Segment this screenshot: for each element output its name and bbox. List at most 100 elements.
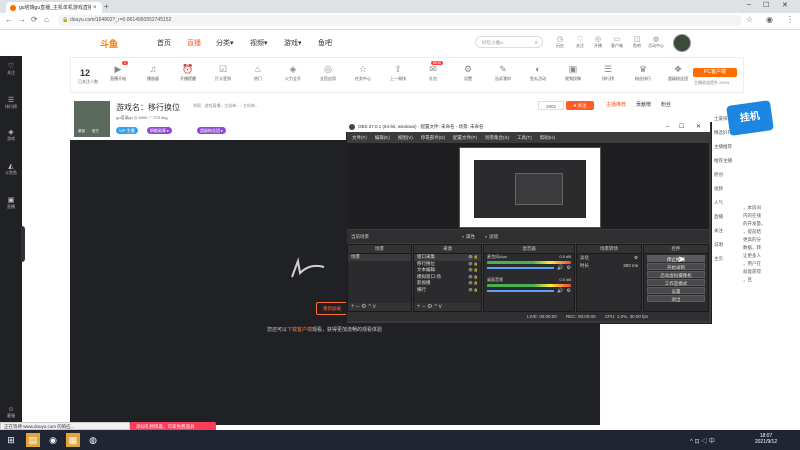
sidebar-collapse-handle[interactable] [21, 226, 25, 262]
streamer-avatar[interactable]: 原创 官方 [74, 101, 110, 137]
obs-menu-item[interactable]: 编辑(E) [375, 135, 390, 140]
back-icon[interactable]: ← [5, 15, 13, 24]
feature-item[interactable]: ◎ 全民应用 [314, 64, 342, 82]
obs-minimize-button[interactable]: – [666, 122, 669, 132]
window-minimize-button[interactable]: – [747, 1, 751, 8]
header-bar[interactable]: ◫ 鱼吧 [628, 35, 646, 49]
visibility-lock-icon[interactable]: 👁 🔒 [468, 287, 478, 294]
search-input[interactable]: 好吃小雅ω ⌕ [475, 36, 543, 48]
gear-icon[interactable]: ⚙ [634, 255, 638, 261]
scene-item[interactable]: 场景 [348, 254, 411, 261]
properties-button[interactable]: ◐ 属性 [462, 230, 475, 243]
address-bar[interactable]: 🔒 douyu.com/164802?_r=0.8614950552745152 [58, 15, 742, 26]
profile-icon[interactable]: ◉ [766, 15, 773, 24]
sidebar-item-follow[interactable]: ♡ 关注 [0, 62, 22, 76]
volume-slider[interactable] [487, 290, 555, 292]
reload-icon[interactable]: ⟳ [31, 15, 38, 24]
header-follow[interactable]: ♡ 关注 [571, 35, 589, 49]
duration-input[interactable]: 300 ms [623, 263, 638, 269]
forward-icon[interactable]: → [18, 15, 26, 24]
filters-button[interactable]: ◐ 滤镜 [485, 230, 498, 243]
reload-player-button[interactable]: 重新加载 [316, 302, 348, 315]
donate-badge[interactable]: 捐献勋章 ▸ [147, 127, 173, 134]
windows-start-icon[interactable]: ⊞ [4, 433, 18, 447]
obs-titlebar[interactable]: OBS 27.0.1 (64-bit, windows) - 配置文件: 未命名… [346, 122, 710, 132]
feature-item[interactable]: ◈ 火力全开 [279, 64, 307, 82]
nav-yuba[interactable]: 鱼吧 [318, 38, 332, 48]
browser-tab[interactable]: gu塔瑞gu直播_主机单机游戏直播 × [6, 2, 102, 13]
header-broadcast[interactable]: ◎ 开播 [589, 35, 607, 49]
window-maximize-button[interactable]: ☐ [763, 1, 769, 9]
header-client[interactable]: ▭ 客户端 [608, 35, 626, 49]
header-history[interactable]: ◷ 历史 [551, 35, 569, 49]
douyu-logo[interactable]: 斗鱼 [100, 37, 118, 50]
feature-item[interactable]: ♨ 热门 [244, 64, 272, 82]
control-button[interactable]: 停止推流 [647, 255, 705, 262]
folder-icon[interactable]: ▦ [66, 433, 80, 447]
control-button[interactable]: 工作室模式 [647, 279, 705, 286]
sources-dock-toolbar[interactable]: + – ⚙ ^ v [414, 303, 481, 311]
scenes-dock-toolbar[interactable]: + – ⚙ ^ v [348, 303, 411, 311]
feature-item[interactable]: ▶ 直播开始 2 [104, 61, 132, 82]
download-client-link[interactable]: 下载客户端 [287, 327, 312, 333]
control-button[interactable]: 退出 [647, 295, 705, 302]
feature-item[interactable]: ⏰ 开播提醒 [174, 64, 202, 82]
nav-video[interactable]: 视频▾ [250, 38, 268, 48]
obs-menu-item[interactable]: 停靠部件(D) [421, 135, 445, 140]
obs-menu-item[interactable]: 配置文件(P) [453, 135, 477, 140]
search-icon[interactable]: ⌕ [535, 37, 538, 49]
sidebar-item-rank[interactable]: ☰ 排行榜 [0, 96, 22, 110]
obs-menu-item[interactable]: 场景集合(S) [485, 135, 509, 140]
obs-taskbar-icon[interactable]: ◍ [86, 433, 100, 447]
obs-menu-item[interactable]: 帮助(H) [540, 135, 555, 140]
vip-badge[interactable]: VIP 主播 [116, 127, 138, 134]
feature-item[interactable]: ▣ 视频投稿 [559, 64, 587, 82]
follow-button[interactable]: ♥ 关注 [566, 101, 594, 110]
source-item[interactable]: 横行 👁 🔒 [414, 287, 481, 294]
tab-anchor-recommend[interactable]: 主播推荐 [606, 102, 626, 108]
feature-item[interactable]: ♛ 粉丝排行 [629, 64, 657, 82]
feature-item[interactable]: ☑ 打卡签到 [209, 64, 237, 82]
tab-close-icon[interactable]: × [93, 5, 97, 11]
feature-item[interactable]: ⇧ 上一周排 [384, 64, 412, 82]
obs-close-button[interactable]: ✕ [696, 122, 701, 132]
feature-item[interactable]: ☰ 排行榜 [594, 64, 622, 82]
tab-fans[interactable]: 粉丝 [661, 102, 671, 108]
gear-icon[interactable]: ⚙ [567, 288, 571, 294]
chrome-icon[interactable]: ◉ [46, 433, 60, 447]
header-activity[interactable]: ◍ 活动中心 [647, 35, 665, 49]
window-close-button[interactable]: ✕ [782, 1, 788, 9]
sponsor-badge[interactable]: 挂机 [726, 100, 774, 136]
nav-category[interactable]: 分类▾ [216, 38, 234, 48]
speaker-icon[interactable]: 🔊 [557, 288, 563, 294]
feature-item[interactable]: ⚙ 设置 [454, 64, 482, 82]
nav-game[interactable]: 游戏▾ [284, 38, 302, 48]
gear-icon[interactable]: ⚙ [567, 265, 571, 271]
obs-menu-item[interactable]: 工具(T) [517, 135, 532, 140]
feature-item[interactable]: ✉ 礼包 NEW [419, 61, 447, 82]
tab-contribution[interactable]: 贡献榜 [636, 102, 651, 108]
sidebar-item-live[interactable]: ▣ 直播 [0, 196, 22, 210]
transition-select[interactable]: 淡化 [580, 255, 589, 261]
control-button[interactable]: 设置 [647, 287, 705, 294]
volume-slider[interactable] [487, 267, 555, 269]
menu-icon[interactable]: ⋮ [786, 15, 794, 24]
file-explorer-icon[interactable]: ▤ [26, 433, 40, 447]
sidebar-item-service[interactable]: ☺ 客服 [0, 406, 22, 419]
feature-item[interactable]: ❖ 超级粉丝团 [664, 64, 692, 82]
feature-item[interactable]: ♫ 播放器 [139, 64, 167, 82]
feature-item[interactable]: ☆ 任务中心 [349, 64, 377, 82]
new-tab-button[interactable]: + [104, 2, 109, 11]
sidebar-item-fish[interactable]: ◭ 斗鱼鱼 [0, 162, 22, 176]
clock[interactable]: 18:07 2021/9/12 [746, 433, 786, 445]
obs-menu-item[interactable]: 文件(F) [352, 135, 367, 140]
feature-item[interactable]: ◐ 鱼丸活动 [524, 64, 552, 82]
speaker-icon[interactable]: 🔊 [557, 265, 563, 271]
nav-live[interactable]: 直播 [187, 38, 201, 48]
feature-item[interactable]: ✎ 告诉我你 [489, 64, 517, 82]
pc-client-button[interactable]: PC客户端 [693, 68, 737, 77]
super-fans-badge[interactable]: 超级粉丝团 ▸ [197, 127, 227, 134]
user-avatar[interactable] [673, 34, 691, 52]
nav-home[interactable]: 首页 [157, 38, 171, 48]
room-meta[interactable]: 举报 · 游戏直播 › 主机单... › 主机单... [193, 103, 258, 109]
